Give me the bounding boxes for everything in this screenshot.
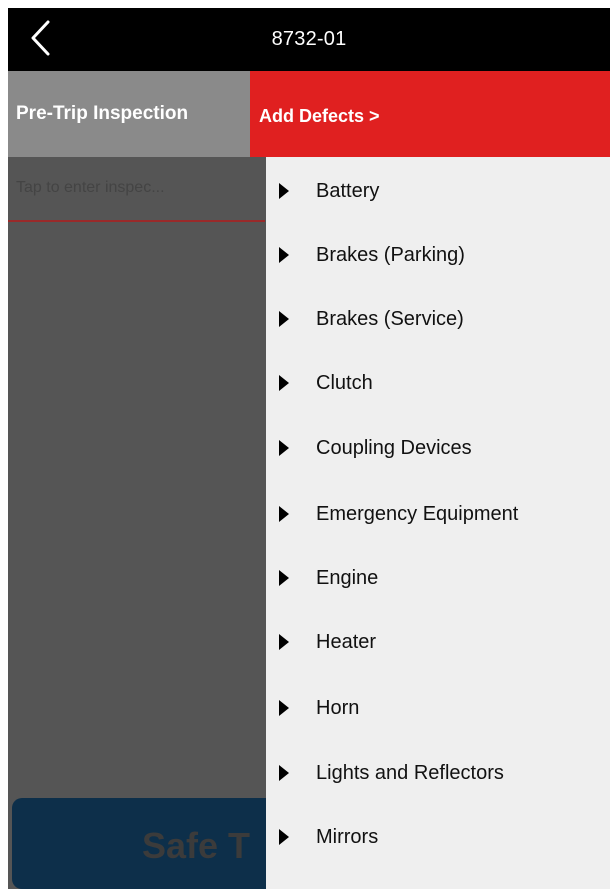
defect-label: Brakes (Parking): [316, 244, 465, 266]
defects-list-panel: Battery Brakes (Parking) Brakes (Service…: [266, 157, 610, 889]
defect-item-brakes-service[interactable]: Brakes (Service): [266, 287, 610, 351]
caret-right-icon: [279, 829, 289, 845]
caret-right-icon: [279, 765, 289, 781]
defect-item-battery[interactable]: Battery: [266, 159, 610, 223]
top-navigation-bar: 8732-01: [8, 8, 610, 71]
defect-item-engine[interactable]: Engine: [266, 546, 610, 610]
input-underline: [8, 220, 265, 222]
vehicle-id-title: 8732-01: [271, 28, 347, 50]
add-defects-button[interactable]: Add Defects >: [250, 71, 610, 157]
caret-right-icon: [279, 570, 289, 586]
defect-item-brakes-parking[interactable]: Brakes (Parking): [266, 223, 610, 287]
caret-right-icon: [279, 247, 289, 263]
defect-item-mirrors[interactable]: Mirrors: [266, 805, 610, 869]
inspection-notes-input[interactable]: Tap to enter inspec...: [16, 179, 256, 197]
defect-label: Horn: [316, 697, 360, 719]
defect-label: Clutch: [316, 372, 373, 394]
caret-right-icon: [279, 506, 289, 522]
defect-item-clutch[interactable]: Clutch: [266, 351, 610, 415]
inspection-title: Pre-Trip Inspection: [16, 103, 189, 124]
defect-label: Coupling Devices: [316, 437, 472, 459]
defect-label: Mirrors: [316, 826, 379, 848]
defect-label: Engine: [316, 567, 379, 589]
caret-right-icon: [279, 700, 289, 716]
safe-to-drive-button[interactable]: Safe T: [12, 798, 282, 889]
defect-item-horn[interactable]: Horn: [266, 676, 610, 740]
defect-item-lights-and-reflectors[interactable]: Lights and Reflectors: [266, 741, 610, 805]
add-defects-label: Add Defects >: [259, 106, 380, 126]
safe-button-label: Safe T: [142, 825, 251, 866]
defect-label: Battery: [316, 180, 380, 202]
caret-right-icon: [279, 440, 289, 456]
caret-right-icon: [279, 311, 289, 327]
defect-item-coupling-devices[interactable]: Coupling Devices: [266, 416, 610, 480]
caret-right-icon: [279, 634, 289, 650]
defect-label: Heater: [316, 631, 377, 653]
defect-label: Emergency Equipment: [316, 503, 519, 525]
caret-right-icon: [279, 183, 289, 199]
defect-item-emergency-equipment[interactable]: Emergency Equipment: [266, 482, 610, 546]
defect-label: Brakes (Service): [316, 308, 464, 330]
defect-label: Lights and Reflectors: [316, 762, 504, 784]
caret-right-icon: [279, 375, 289, 391]
defect-item-heater[interactable]: Heater: [266, 610, 610, 674]
